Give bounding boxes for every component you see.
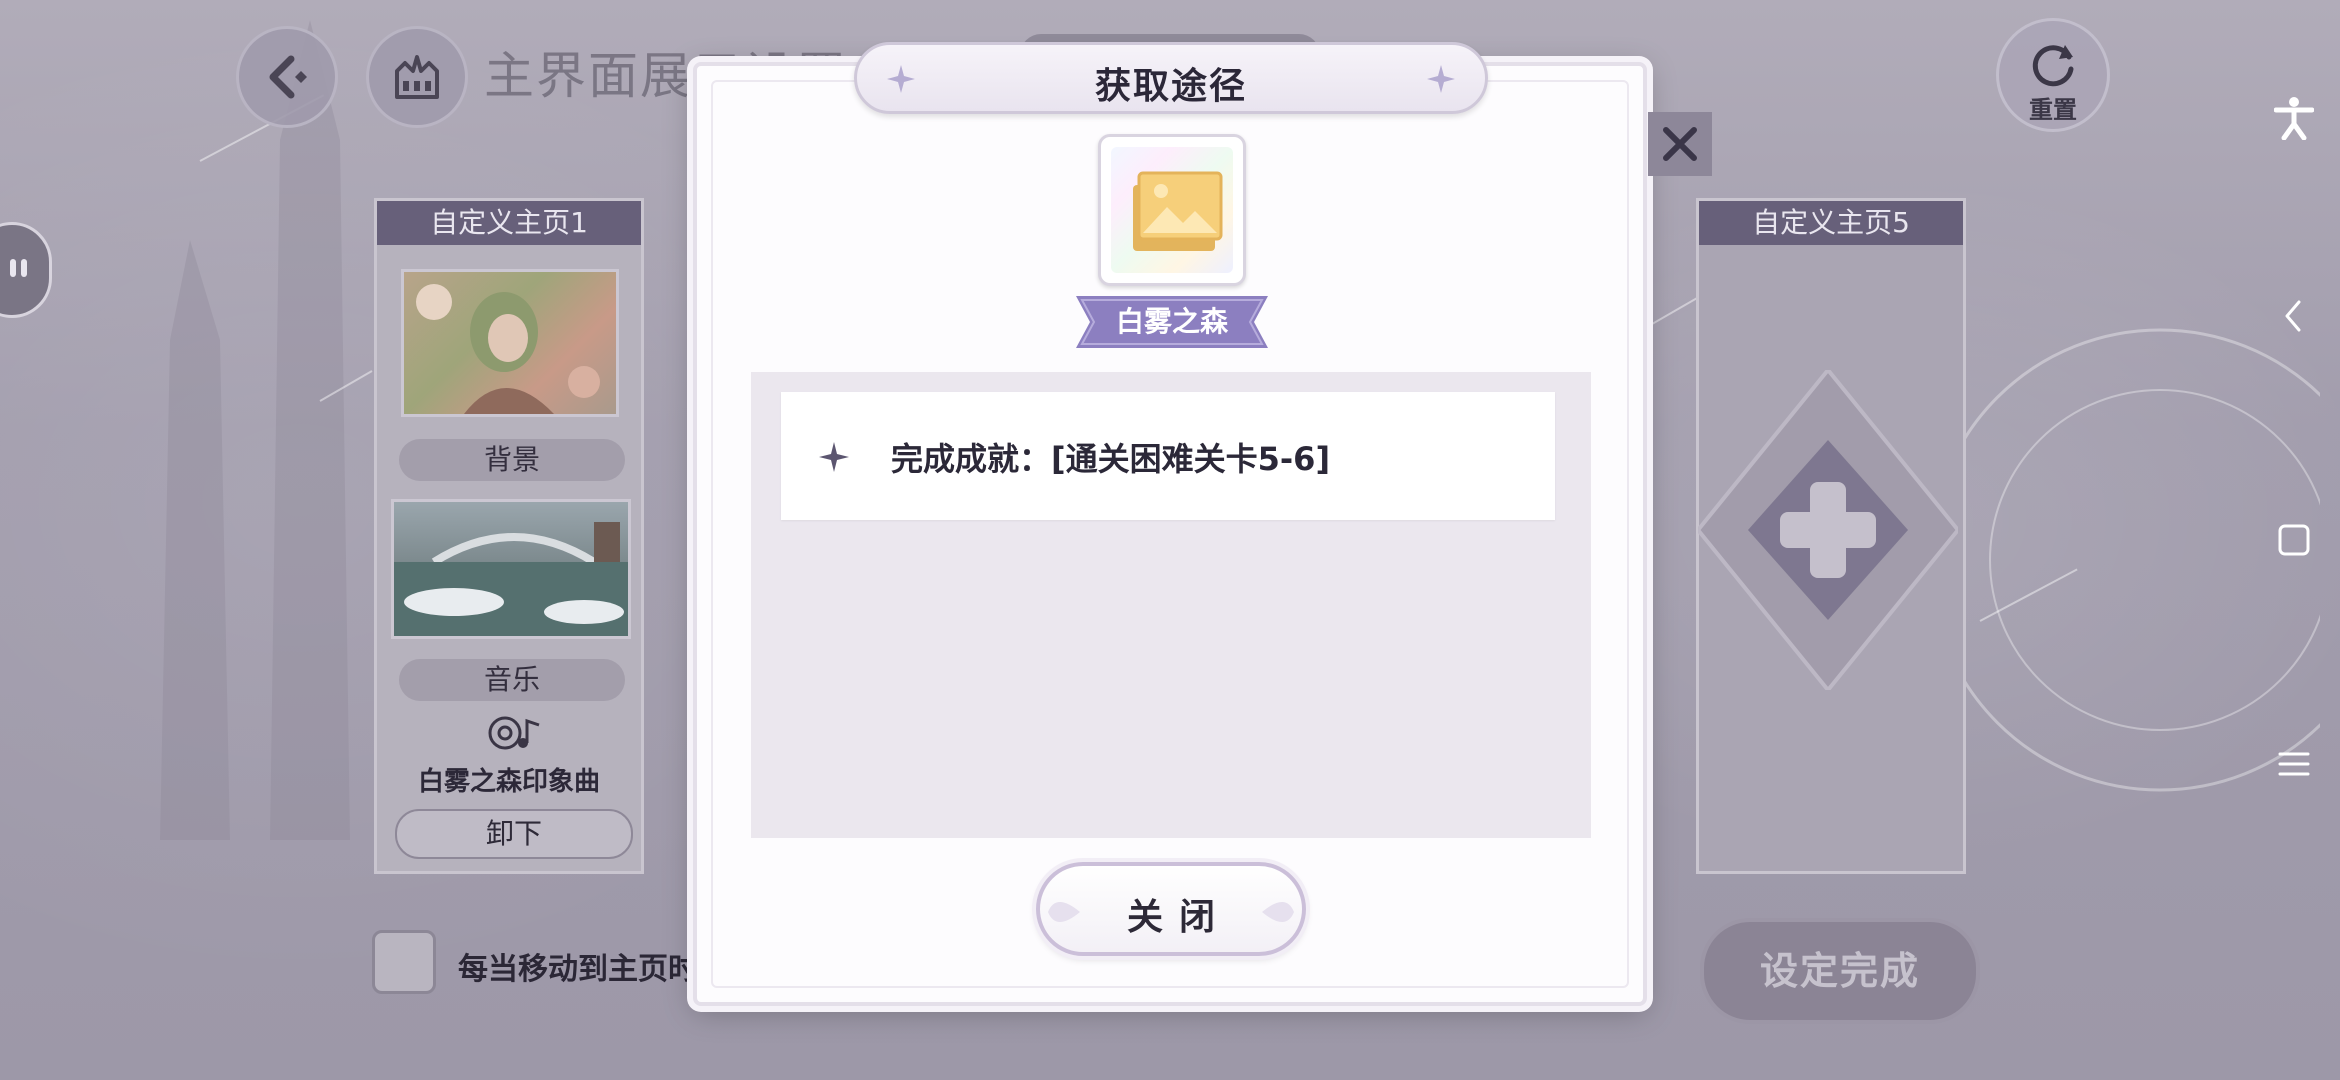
image-frame-icon [1133, 171, 1223, 251]
dialog-close-x-button[interactable] [1648, 112, 1712, 176]
menu-icon [2278, 752, 2310, 776]
custom-home-card-1[interactable]: 自定义主页1 背景 音乐 白雾之森印象曲 卸下 [374, 198, 644, 874]
route-list-panel: 完成成就：[通关困难关卡5-6] [751, 372, 1591, 838]
card-title: 自定义主页5 [1699, 201, 1963, 245]
light-streak [1639, 295, 1702, 332]
music-thumbnail[interactable] [391, 499, 631, 639]
close-x-icon [1663, 127, 1697, 161]
item-icon-frame [1098, 134, 1246, 286]
refresh-icon [2032, 45, 2074, 87]
nav-back-button[interactable] [2272, 294, 2316, 338]
back-button[interactable] [236, 26, 338, 128]
music-note-icon [488, 716, 540, 750]
castle-home-icon [395, 55, 439, 99]
accessibility-button[interactable] [2272, 96, 2316, 140]
reset-label: 重置 [2029, 96, 2077, 124]
pause-icon [10, 259, 27, 277]
sparkle-icon [1427, 65, 1455, 93]
reset-button[interactable]: 重置 [1996, 18, 2110, 132]
background-thumbnail[interactable] [401, 269, 619, 417]
route-item[interactable]: 完成成就：[通关困难关卡5-6] [781, 392, 1555, 520]
background-label: 背景 [399, 439, 625, 481]
item-icon-background [1111, 147, 1233, 273]
system-nav-bar [2246, 0, 2340, 1080]
dialog-title: 获取途径 [1094, 66, 1247, 107]
done-button[interactable]: 设定完成 [1700, 918, 1980, 1024]
snowy-bridge-illustration [394, 522, 628, 636]
add-homepage-button[interactable] [1698, 370, 1958, 690]
nav-home-button[interactable] [2272, 518, 2316, 562]
dialog-title-banner: 获取途径 [854, 42, 1488, 114]
button-wing-decoration [1262, 902, 1294, 922]
checkbox[interactable] [372, 930, 436, 994]
music-name: 白雾之森印象曲 [417, 767, 600, 797]
checkbox-label: 每当移动到主页时 [458, 952, 698, 987]
music-label: 音乐 [399, 659, 625, 701]
four-point-star-icon [819, 442, 849, 472]
home-button[interactable] [366, 26, 468, 128]
chevron-left-icon [2285, 300, 2301, 332]
route-text: 完成成就：[通关困难关卡5-6] [891, 440, 1331, 478]
item-name: 白雾之森 [1115, 305, 1228, 338]
card-title: 自定义主页1 [377, 201, 641, 245]
nav-menu-button[interactable] [2272, 742, 2316, 786]
back-arrow-icon [269, 55, 307, 99]
character-illustration [416, 284, 600, 414]
square-icon [2278, 524, 2310, 556]
close-button[interactable]: 关闭 [1036, 862, 1306, 956]
accessibility-icon [2274, 97, 2314, 140]
unload-button[interactable]: 卸下 [395, 809, 633, 859]
